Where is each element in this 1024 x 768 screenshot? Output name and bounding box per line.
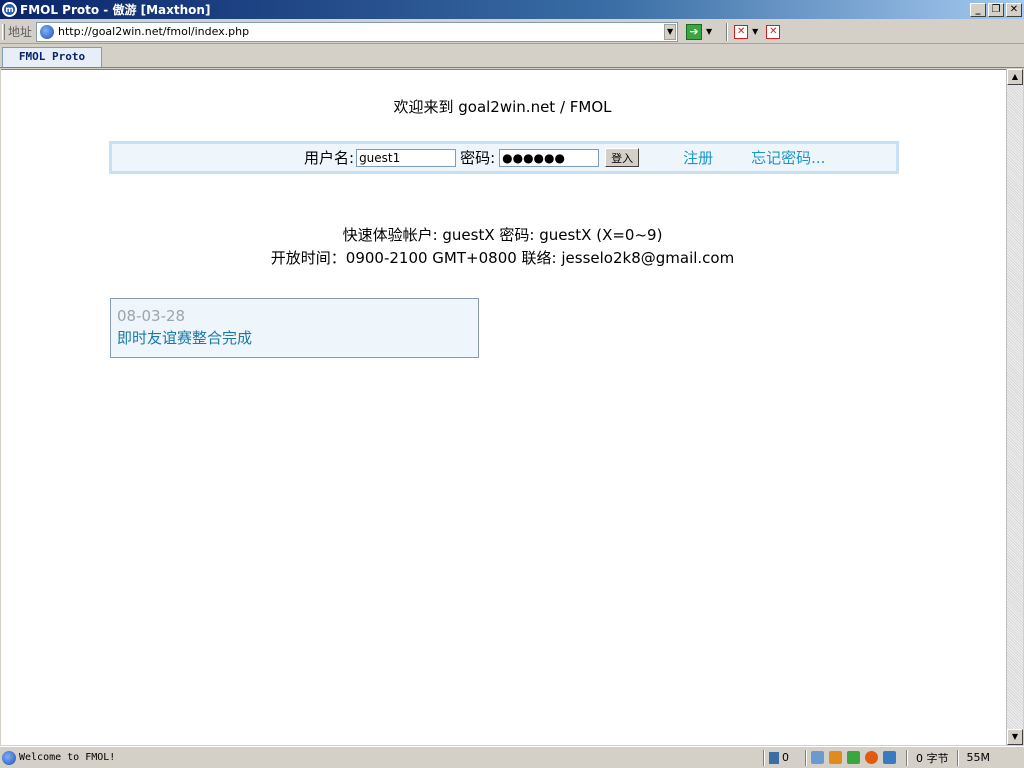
title-bar: m FMOL Proto - 傲游 [Maxthon] _ ❐ ✕ xyxy=(0,0,1024,19)
notes-icon[interactable] xyxy=(883,751,896,764)
news-date: 08-03-28 xyxy=(117,307,186,325)
minimize-button[interactable]: _ xyxy=(970,2,986,17)
trash-icon[interactable] xyxy=(769,751,779,764)
forgot-password-link[interactable]: 忘记密码... xyxy=(751,147,825,168)
refresh-icon[interactable] xyxy=(847,751,860,764)
toolbar-separator xyxy=(726,22,729,41)
account-info: 快速体验帐户: guestX 密码: guestX (X=0~9) 开放时间：0… xyxy=(1,224,1004,270)
skin-icon[interactable] xyxy=(811,751,824,764)
scroll-up-icon[interactable]: ▲ xyxy=(1007,69,1023,85)
toolbar-grip[interactable] xyxy=(2,23,5,40)
tab-bar: FMOL Proto xyxy=(0,45,1024,68)
status-bar: Welcome to FMOL! 0 0 字节 55M xyxy=(0,746,1024,768)
address-input[interactable] xyxy=(58,25,665,38)
status-page-icon xyxy=(2,750,16,765)
window-title: FMOL Proto - 傲游 [Maxthon] xyxy=(20,3,211,17)
scroll-down-icon[interactable]: ▼ xyxy=(1007,729,1023,745)
username-label: 用户名: xyxy=(304,149,355,167)
status-text: Welcome to FMOL! xyxy=(19,752,116,763)
restore-button[interactable]: ❐ xyxy=(988,2,1004,17)
password-label: 密码: xyxy=(460,149,496,167)
address-box: ▼ xyxy=(36,21,679,42)
maxthon-icon[interactable]: m xyxy=(2,2,17,17)
password-field[interactable] xyxy=(499,148,600,167)
status-separator xyxy=(763,749,765,766)
page-icon xyxy=(40,24,55,39)
status-separator xyxy=(805,749,807,766)
status-separator xyxy=(956,749,959,766)
quick-account-text: 快速体验帐户: guestX 密码: guestX (X=0~9) xyxy=(342,226,663,244)
go-icon[interactable]: ➔ xyxy=(686,23,703,40)
news-title-link[interactable]: 即时友谊赛整合完成 xyxy=(117,327,472,348)
register-link[interactable]: 注册 xyxy=(683,147,713,168)
bytes-readout: 0 字节 xyxy=(916,751,949,765)
news-box: 08-03-28 即时友谊赛整合完成 xyxy=(110,298,479,358)
trash-count: 0 xyxy=(782,751,789,764)
tray-icons xyxy=(811,751,896,764)
vertical-scrollbar[interactable]: ▲ ▼ xyxy=(1006,69,1023,745)
plugin-icon[interactable] xyxy=(865,751,878,764)
address-bar: 地址 ▼ ➔ ▼ ✕ ▼ ✕ xyxy=(0,20,1024,44)
go-dropdown-icon[interactable]: ▼ xyxy=(706,27,712,36)
popup-block-icon[interactable] xyxy=(829,751,842,764)
address-label: 地址 xyxy=(8,25,33,39)
memory-readout: 55M xyxy=(966,751,991,764)
address-dropdown-icon[interactable]: ▼ xyxy=(664,23,677,40)
welcome-text: 欢迎来到 goal2win.net / FMOL xyxy=(393,98,612,116)
open-hours-text: 开放时间：0900-2100 GMT+0800 联络: jesselo2k8@g… xyxy=(270,249,735,267)
close-dropdown-icon[interactable]: ▼ xyxy=(752,27,758,36)
login-button[interactable]: 登入 xyxy=(605,148,640,167)
username-field[interactable] xyxy=(356,148,457,167)
status-separator xyxy=(906,749,908,766)
close-button[interactable]: ✕ xyxy=(1006,2,1022,17)
login-panel: 用户名: 密码: 登入 注册 忘记密码... xyxy=(109,141,899,174)
tab-fmol-proto[interactable]: FMOL Proto xyxy=(2,47,102,67)
close-all-icon[interactable]: ✕ xyxy=(766,24,781,39)
close-tab-icon[interactable]: ✕ xyxy=(734,24,749,39)
page-content: 欢迎来到 goal2win.net / FMOL 用户名: 密码: 登入 注册 … xyxy=(1,69,1006,745)
